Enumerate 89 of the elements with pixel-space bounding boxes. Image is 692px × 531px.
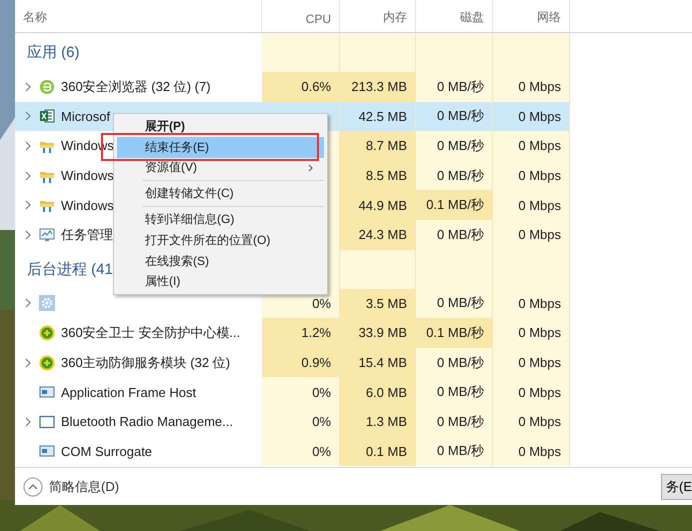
table-cell: 0 MB/秒 bbox=[437, 226, 484, 244]
column-header[interactable]: 名称 bbox=[23, 9, 47, 26]
table-cell: 44.9 MB bbox=[358, 198, 407, 213]
table-cell: 0% bbox=[312, 296, 331, 311]
table-cell: 8.5 MB bbox=[366, 168, 407, 184]
table-cell: 0 MB/秒 bbox=[437, 107, 484, 126]
chevron-icon[interactable] bbox=[23, 230, 33, 240]
chevron-icon[interactable] bbox=[23, 358, 33, 368]
table-cell: 0.1 MB bbox=[366, 444, 407, 459]
table-cell: 24.3 MB bbox=[358, 227, 407, 242]
table-cell: 0 Mbps bbox=[518, 198, 561, 213]
process-name: Windows bbox=[61, 168, 114, 184]
menu-item[interactable]: 创建转储文件(C) bbox=[117, 183, 324, 204]
table-cell: 0 Mbps bbox=[518, 227, 561, 242]
menu-item[interactable]: 转到详细信息(G) bbox=[117, 209, 324, 230]
table-cell: 0 Mbps bbox=[518, 296, 561, 311]
gear-icon bbox=[39, 295, 55, 312]
plus-badge-icon bbox=[39, 354, 55, 371]
window-icon bbox=[39, 384, 55, 400]
process-name: COM Surrogate bbox=[61, 444, 152, 459]
fewer-details-toggle[interactable]: 简略信息(D) bbox=[23, 476, 120, 496]
chevron-icon[interactable] bbox=[23, 298, 33, 308]
table-cell: 8.7 MB bbox=[366, 138, 407, 154]
globe-icon bbox=[39, 78, 55, 95]
table-cell: 0 Mbps bbox=[518, 355, 561, 370]
table-cell: 0% bbox=[312, 444, 331, 459]
table-cell: 0 MB/秒 bbox=[437, 166, 484, 185]
table-cell: 0 MB/秒 bbox=[437, 294, 484, 312]
table-cell: 0.9% bbox=[301, 355, 331, 370]
table-cell: 15.4 MB bbox=[358, 355, 407, 370]
table-cell: 0.1 MB/秒 bbox=[426, 324, 484, 342]
column-header[interactable]: 磁盘 bbox=[460, 9, 484, 26]
process-name: 360安全卫士 安全防护中心模... bbox=[61, 324, 240, 342]
table-cell: 0 MB/秒 bbox=[437, 383, 484, 402]
chevron-icon[interactable] bbox=[23, 170, 33, 181]
chevron-icon[interactable] bbox=[23, 82, 33, 92]
process-name: Microsof bbox=[61, 108, 110, 124]
chevron-icon[interactable] bbox=[23, 416, 33, 427]
chevron-icon[interactable] bbox=[23, 140, 33, 151]
plus-badge-icon bbox=[39, 324, 55, 341]
table-cell: 42.5 MB bbox=[358, 108, 407, 124]
table-cell: 33.9 MB bbox=[358, 325, 407, 340]
collapse-icon bbox=[23, 476, 43, 496]
group-title: 后台进程 (41 bbox=[27, 260, 113, 279]
table-cell: 1.2% bbox=[301, 325, 331, 340]
menu-item[interactable]: 打开文件所在的位置(O) bbox=[117, 230, 324, 251]
table-cell: 3.5 MB bbox=[366, 296, 407, 311]
end-task-button[interactable]: 务(E bbox=[661, 474, 692, 500]
column-header[interactable]: 网络 bbox=[537, 9, 561, 26]
process-name: 360主动防御服务模块 (32 位) bbox=[61, 354, 230, 372]
process-name: Windows bbox=[61, 198, 114, 213]
table-cell: 1.3 MB bbox=[366, 414, 407, 430]
chevron-icon[interactable] bbox=[23, 200, 33, 210]
menu-item[interactable]: 结束任务(E) bbox=[117, 136, 324, 158]
table-cell: 0 Mbps bbox=[518, 138, 561, 154]
chevron-icon[interactable] bbox=[23, 111, 33, 122]
table-cell: 0 Mbps bbox=[518, 414, 561, 430]
menu-item[interactable]: 展开(P) bbox=[117, 116, 324, 137]
table-cell: 0 MB/秒 bbox=[437, 354, 484, 372]
table-cell: 0 MB/秒 bbox=[437, 412, 484, 431]
table-cell: 0 Mbps bbox=[518, 325, 561, 340]
table-cell: 0% bbox=[312, 384, 331, 400]
window-icon bbox=[39, 443, 55, 460]
monitor-icon bbox=[39, 226, 55, 243]
process-name: 任务管理 bbox=[61, 226, 113, 244]
table-cell: 0.1 MB/秒 bbox=[426, 196, 484, 214]
table-cell: 0% bbox=[312, 414, 331, 430]
group-title: 应用 (6) bbox=[27, 43, 80, 62]
table-cell: 213.3 MB bbox=[351, 79, 407, 94]
table-cell: 0 MB/秒 bbox=[437, 78, 484, 96]
table-cell: 0 Mbps bbox=[518, 384, 561, 400]
table-cell: 0 MB/秒 bbox=[437, 442, 484, 460]
menu-item[interactable]: 资源值(V) bbox=[117, 158, 324, 178]
table-cell: 6.0 MB bbox=[366, 384, 407, 400]
table-cell: 0 Mbps bbox=[518, 108, 561, 124]
menu-item[interactable]: 在线搜索(S) bbox=[117, 250, 324, 272]
column-header[interactable]: 内存 bbox=[383, 9, 407, 26]
spreadsheet-icon bbox=[39, 108, 55, 124]
window-icon bbox=[39, 414, 55, 430]
process-name: 360安全浏览器 (32 位) (7) bbox=[61, 78, 211, 96]
column-header[interactable]: CPU bbox=[306, 12, 331, 26]
table-cell: 0.6% bbox=[301, 79, 331, 94]
table-cell: 0 Mbps bbox=[518, 79, 561, 94]
table-cell: 0 MB/秒 bbox=[437, 136, 484, 155]
process-name: Application Frame Host bbox=[61, 384, 196, 400]
table-cell: 0 Mbps bbox=[518, 444, 561, 459]
process-name: Bluetooth Radio Manageme... bbox=[61, 414, 233, 430]
table-cell: 0 Mbps bbox=[518, 168, 561, 184]
menu-item[interactable]: 属性(I) bbox=[117, 272, 324, 292]
